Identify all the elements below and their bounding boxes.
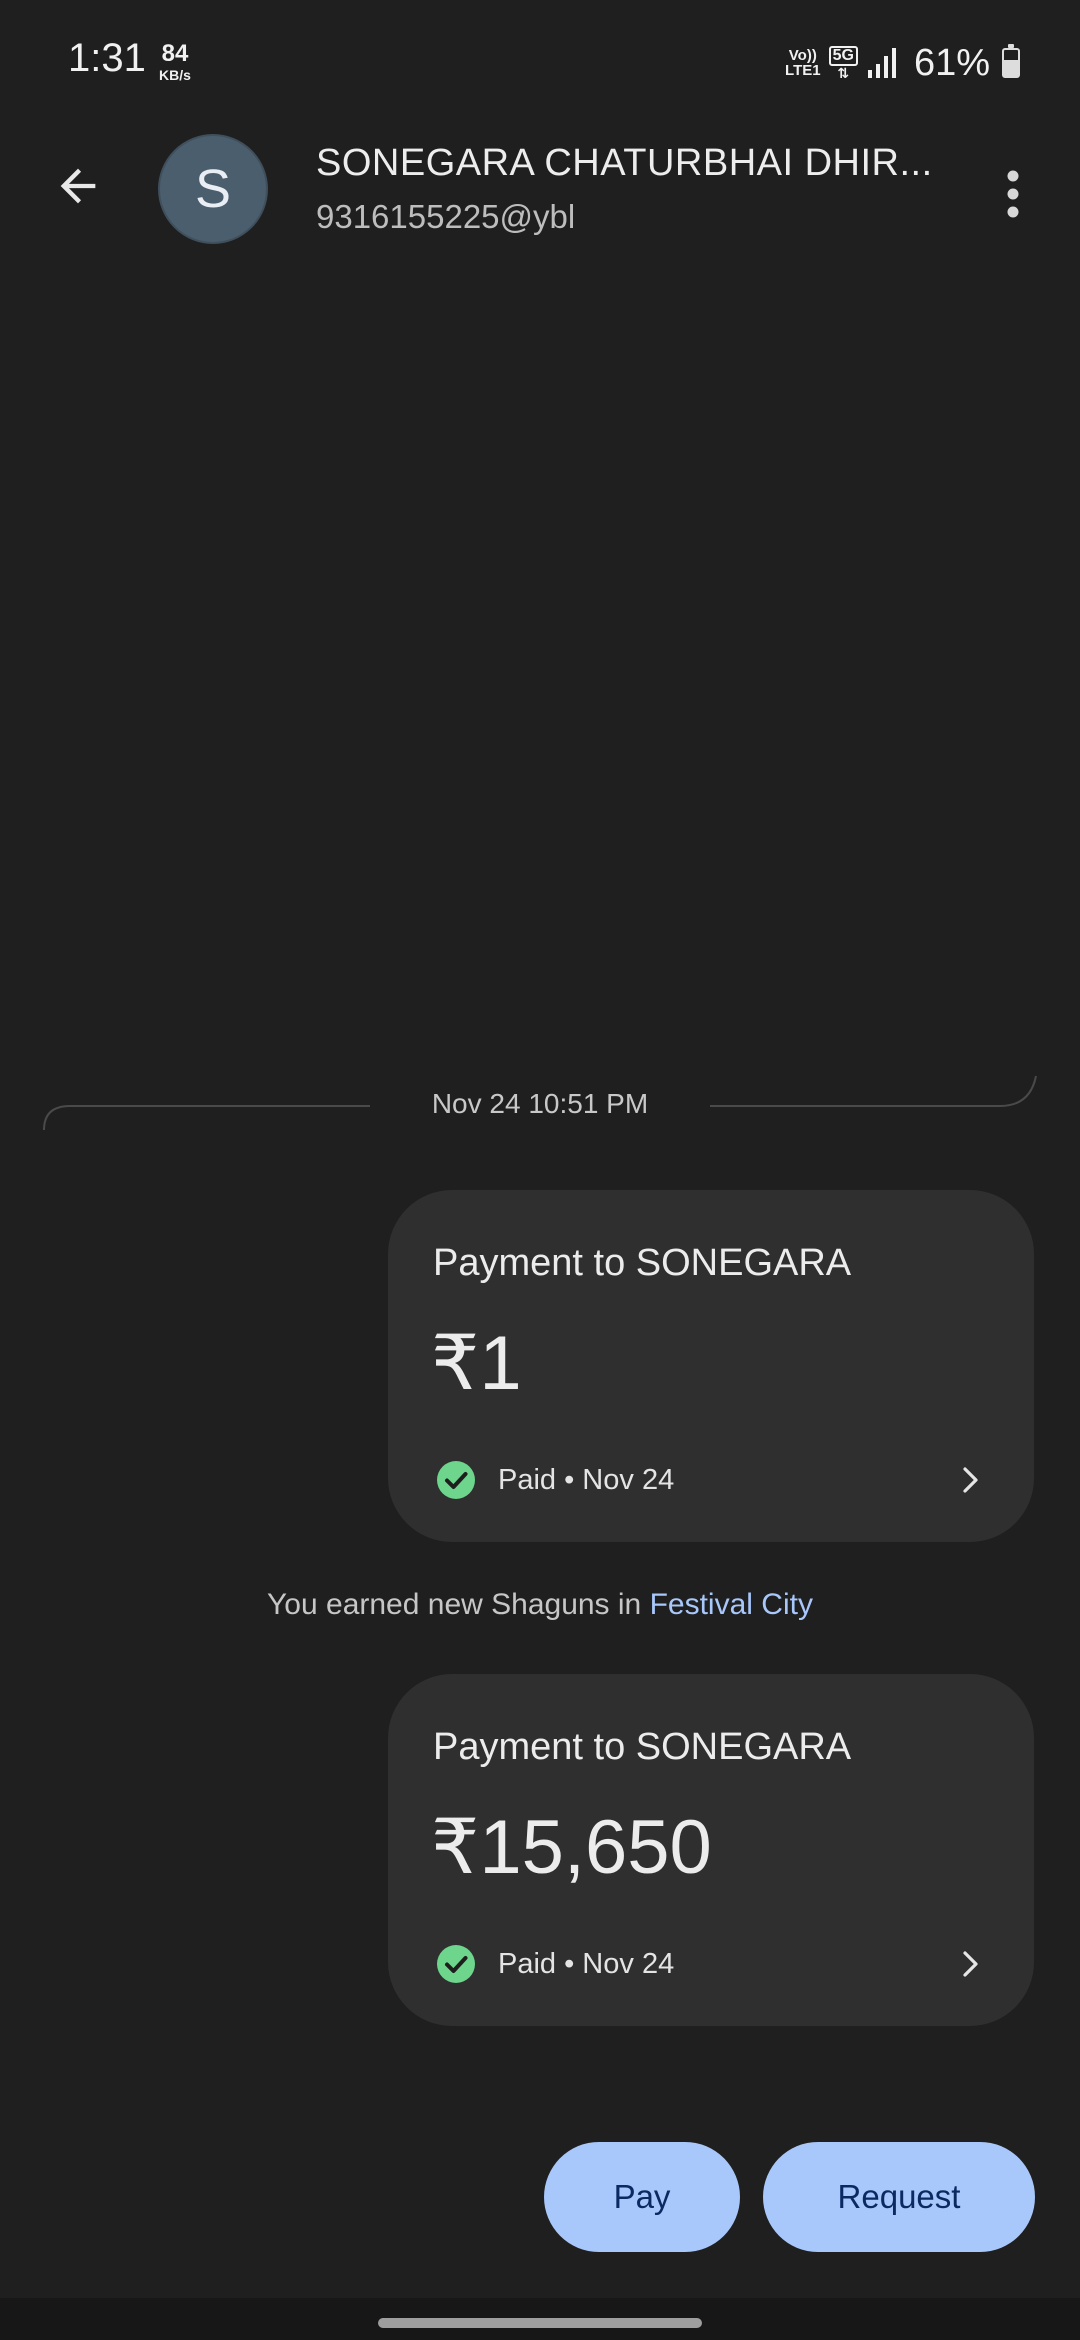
network-speed-value: 84	[161, 40, 189, 67]
battery-icon	[1002, 44, 1020, 78]
payment-status: Paid • Nov 24	[436, 1944, 674, 1984]
more-options-button[interactable]	[994, 156, 1032, 232]
shaguns-notice: You earned new Shaguns in Festival City	[0, 1588, 1080, 1622]
pay-button[interactable]: Pay	[544, 2142, 740, 2252]
avatar[interactable]: S	[158, 134, 268, 244]
payment-card[interactable]: Payment to SONEGARA ₹1 Paid • Nov 24	[388, 1190, 1034, 1542]
status-bar: 1:31 84 KB/s Vo)) LTE1 5G ⇅ 61%	[0, 0, 1080, 120]
payment-title: Payment to SONEGARA	[433, 1242, 852, 1284]
payment-card[interactable]: Payment to SONEGARA ₹15,650 Paid • Nov 2…	[388, 1674, 1034, 2026]
payment-status-text: Paid • Nov 24	[498, 1947, 675, 1980]
more-vert-icon	[1007, 170, 1019, 218]
chevron-right-icon	[963, 1467, 978, 1493]
home-handle[interactable]	[378, 2318, 702, 2328]
festival-city-link[interactable]: Festival City	[650, 1588, 813, 1621]
status-icons: Vo)) LTE1 5G ⇅ 61%	[785, 36, 1020, 90]
chat-header: S SONEGARA CHATURBHAI DHIR... 9316155225…	[0, 120, 1080, 260]
network-speed-unit: KB/s	[159, 67, 191, 83]
payment-status-text: Paid • Nov 24	[498, 1463, 675, 1496]
arrow-back-icon	[60, 168, 96, 204]
notice-text: You earned new Shaguns in	[267, 1588, 650, 1621]
volte-icon: Vo)) LTE1	[785, 47, 821, 79]
payment-title: Payment to SONEGARA	[433, 1726, 852, 1768]
contact-upi-id: 9316155225@ybl	[316, 198, 576, 235]
payment-amount: ₹15,650	[431, 1805, 712, 1890]
battery-percent: 61%	[913, 41, 990, 84]
payment-amount: ₹1	[431, 1321, 522, 1406]
network-speed: 84 KB/s	[152, 40, 198, 83]
payment-status: Paid • Nov 24	[436, 1460, 674, 1500]
check-circle-icon	[437, 1945, 475, 1983]
check-circle-icon	[437, 1461, 475, 1499]
request-button[interactable]: Request	[763, 2142, 1035, 2252]
network-5g-icon: 5G ⇅	[828, 46, 858, 80]
contact-name[interactable]: SONEGARA CHATURBHAI DHIR...	[316, 142, 956, 185]
signal-icon	[867, 48, 896, 78]
date-separator: Nov 24 10:51 PM	[40, 1070, 1040, 1130]
chevron-right-icon	[963, 1951, 978, 1977]
battery-level-fill	[1004, 60, 1018, 76]
date-label: Nov 24 10:51 PM	[431, 1088, 649, 1119]
back-button[interactable]	[40, 148, 116, 224]
status-time: 1:31	[68, 36, 146, 80]
gesture-nav-bar	[0, 2298, 1080, 2340]
